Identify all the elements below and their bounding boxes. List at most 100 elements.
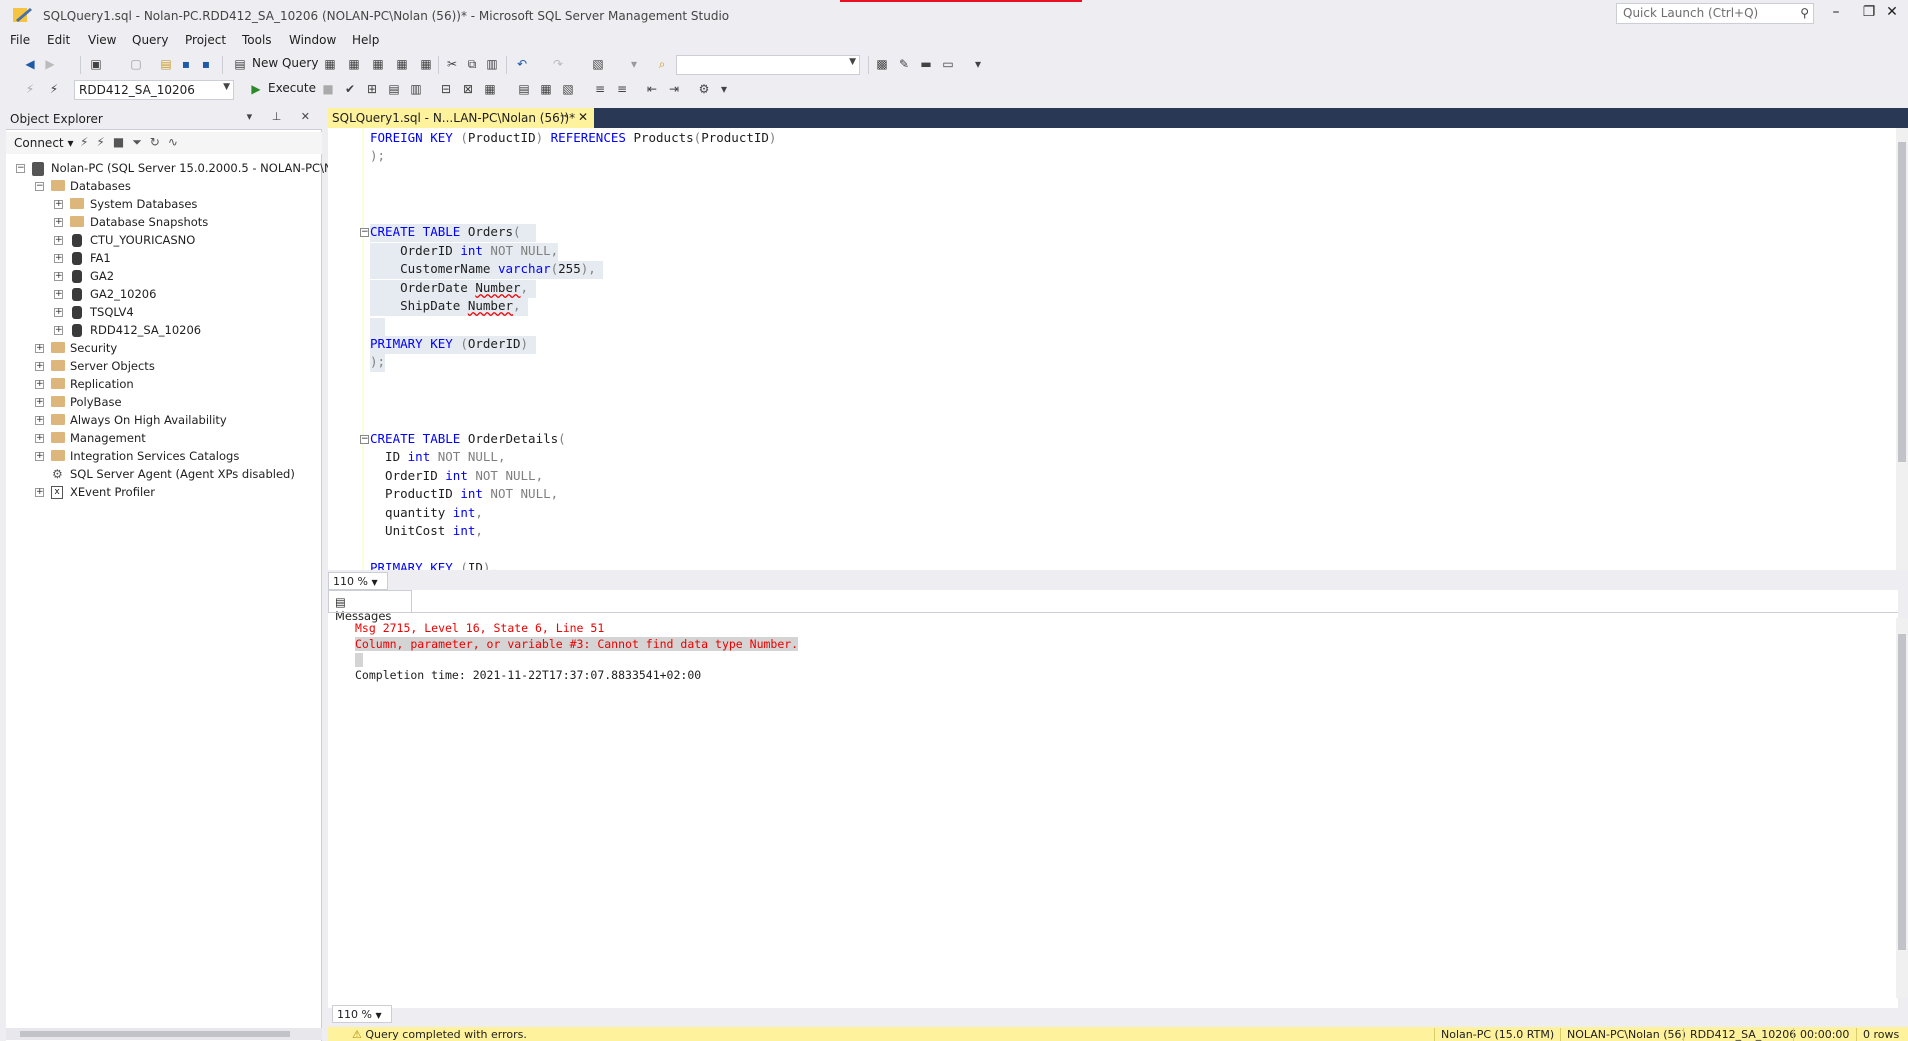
results-zoom-combo[interactable]: 110 % ▼ [332, 1005, 392, 1023]
database-icon [72, 324, 82, 337]
expand-icon[interactable]: + [35, 380, 44, 389]
expand-icon[interactable]: + [54, 290, 63, 299]
comment-icon[interactable]: ≡ [592, 81, 608, 97]
cut-icon[interactable]: ✂ [444, 56, 460, 72]
cancel-query-icon[interactable]: ■ [320, 81, 336, 97]
decrease-indent-icon[interactable]: ⇤ [644, 81, 660, 97]
expand-icon[interactable]: + [54, 218, 63, 227]
messages-body[interactable]: Msg 2715, Level 16, State 6, Line 51 Col… [328, 612, 1898, 1008]
close-window-button[interactable]: ✕ [1878, 4, 1906, 26]
customize-icon-2[interactable]: ▾ [716, 81, 732, 97]
new-query-button[interactable]: New Query [252, 56, 318, 70]
expand-icon[interactable]: + [35, 398, 44, 407]
scrollbar-thumb[interactable] [20, 1031, 290, 1037]
menu-project[interactable]: Project [185, 33, 226, 47]
menu-help[interactable]: Help [352, 33, 379, 47]
dropdown-icon[interactable]: ▾ [626, 56, 642, 72]
menu-edit[interactable]: Edit [47, 33, 70, 47]
dax2-icon[interactable]: ▦ [418, 56, 434, 72]
expand-icon[interactable]: + [54, 326, 63, 335]
pin-icon[interactable]: ⊸ [560, 111, 568, 122]
collapse-icon[interactable]: − [35, 182, 44, 191]
panel-controls[interactable]: ▾ ⊥ ✕ [247, 110, 318, 123]
horizontal-scrollbar[interactable] [6, 1028, 322, 1040]
actual-plan-icon[interactable]: ⊠ [460, 81, 476, 97]
increase-indent-icon[interactable]: ⇥ [666, 81, 682, 97]
scrollbar-thumb[interactable] [1898, 142, 1906, 462]
expand-icon[interactable]: + [35, 344, 44, 353]
expand-icon[interactable]: + [35, 434, 44, 443]
connect-button[interactable]: Connect ▾ [14, 136, 73, 150]
menu-file[interactable]: File [10, 33, 30, 47]
change-connection-icon[interactable]: ⚡ [46, 81, 62, 97]
redo-icon[interactable]: ↷ [550, 56, 566, 72]
tab-sqlquery1[interactable]: SQLQuery1.sql - N...LAN-PC\Nolan (56))* … [328, 108, 594, 128]
menu-window[interactable]: Window [289, 33, 336, 47]
save-all-icon[interactable]: ▪ [198, 56, 214, 72]
menu-view[interactable]: View [88, 33, 116, 47]
editor-zoom-combo[interactable]: 110 % ▼ [328, 572, 388, 590]
back-icon[interactable]: ◀ [22, 56, 38, 72]
new-project-icon[interactable]: ▣ [88, 56, 104, 72]
query-designer-icon[interactable]: ▤ [386, 81, 402, 97]
tab-messages[interactable]: ▤ Messages [328, 590, 412, 623]
template-explorer-icon[interactable]: ▩ [874, 56, 890, 72]
new-query-icon[interactable]: ▤ [232, 56, 248, 72]
database-combo[interactable]: RDD412_SA_10206 ▼ [74, 80, 234, 100]
expand-icon[interactable]: + [54, 272, 63, 281]
results-to-grid-icon[interactable]: ▦ [538, 81, 554, 97]
expand-icon[interactable]: + [35, 416, 44, 425]
results-to-text-icon[interactable]: ▤ [516, 81, 532, 97]
forward-icon[interactable]: ▶ [42, 56, 58, 72]
toolbox-icon[interactable]: ▬ [918, 56, 934, 72]
query-options-icon[interactable]: ▥ [408, 81, 424, 97]
paste-icon[interactable]: ▥ [484, 56, 500, 72]
expand-icon[interactable]: + [54, 200, 63, 209]
activity-monitor-icon[interactable]: ▧ [590, 56, 606, 72]
expand-icon[interactable]: + [54, 254, 63, 263]
uncomment-icon[interactable]: ≡ [614, 81, 630, 97]
oe-tool-icons[interactable]: ⚡⚡■⏷↻∿ [80, 135, 186, 150]
collapse-icon[interactable]: − [16, 164, 25, 173]
fold-icon[interactable]: − [360, 435, 369, 444]
menu-tools[interactable]: Tools [242, 33, 272, 47]
undo-icon[interactable]: ↶ [514, 56, 530, 72]
menu-bar: File Edit View Query Project Tools Windo… [0, 30, 1908, 50]
parse-icon[interactable]: ✔ [342, 81, 358, 97]
expand-icon[interactable]: + [35, 452, 44, 461]
expand-icon[interactable]: + [54, 236, 63, 245]
scrollbar-thumb[interactable] [1898, 634, 1906, 950]
expand-icon[interactable]: + [35, 488, 44, 497]
find-icon[interactable]: ⌕ [654, 56, 670, 72]
copy-icon[interactable]: ⧉ [464, 56, 480, 72]
results-vertical-scrollbar[interactable] [1896, 618, 1908, 998]
execute-button[interactable]: Execute [268, 81, 316, 95]
expand-icon[interactable]: + [54, 308, 63, 317]
save-icon[interactable]: ▪ [178, 56, 194, 72]
open-file-icon[interactable]: ▤ [158, 56, 174, 72]
live-stats-icon[interactable]: ▦ [482, 81, 498, 97]
fold-icon[interactable]: − [360, 228, 369, 237]
mdx-icon[interactable]: ▦ [322, 56, 338, 72]
command-window-icon[interactable]: ▭ [940, 56, 956, 72]
dax-icon[interactable]: ▦ [394, 56, 410, 72]
add-item-icon[interactable]: ▢ [128, 56, 144, 72]
specify-values-icon[interactable]: ⚙ [696, 81, 712, 97]
execute-icon[interactable]: ▶ [248, 81, 264, 97]
expand-icon[interactable]: + [35, 362, 44, 371]
customize-icon[interactable]: ▾ [970, 56, 986, 72]
xmla-icon[interactable]: ▦ [370, 56, 386, 72]
editor-vertical-scrollbar[interactable] [1896, 128, 1908, 570]
estimated-plan-icon[interactable]: ⊞ [364, 81, 380, 97]
sql-editor[interactable]: − − FOREIGN KEY (ProductID) REFERENCES P… [328, 128, 1898, 570]
intellisense-icon[interactable]: ⊟ [438, 81, 454, 97]
results-to-file-icon[interactable]: ▧ [560, 81, 576, 97]
close-tab-icon[interactable]: ✕ [578, 110, 588, 124]
menu-query[interactable]: Query [132, 33, 168, 47]
dmx-icon[interactable]: ▦ [346, 56, 362, 72]
find-combo[interactable]: ▼ [676, 55, 860, 75]
quick-launch-input[interactable]: Quick Launch (Ctrl+Q) ⚲ [1616, 3, 1814, 24]
connect-icon[interactable]: ⚡ [22, 81, 38, 97]
minimize-button[interactable]: – [1822, 4, 1850, 26]
properties-icon[interactable]: ✎ [896, 56, 912, 72]
